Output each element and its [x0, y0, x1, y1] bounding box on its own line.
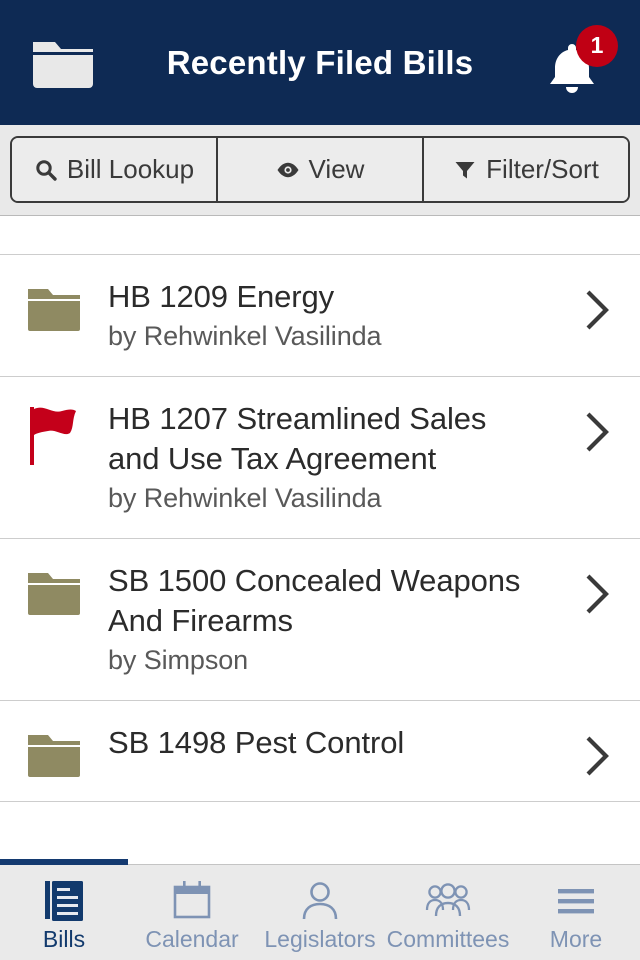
bill-sponsor: by Rehwinkel Vasilinda	[108, 483, 382, 514]
filter-icon	[453, 158, 477, 182]
filter-sort-button[interactable]: Filter/Sort	[424, 138, 628, 201]
list-item[interactable]: HB 1207 Streamlined Sales and Use Tax Ag…	[0, 377, 640, 540]
notification-badge: 1	[576, 24, 618, 67]
toolbar: Bill Lookup View Filter/Sort	[0, 125, 640, 216]
tab-legislators[interactable]: Legislators	[256, 865, 384, 960]
tab-bills[interactable]: Bills	[0, 865, 128, 960]
folder-icon	[0, 277, 108, 331]
folder-icon	[0, 561, 108, 616]
search-icon	[34, 158, 58, 182]
list-item[interactable]: SB 1500 Concealed Weapons And Firearms b…	[0, 539, 640, 702]
tab-label-calendar: Calendar	[145, 926, 239, 952]
chevron-right-icon[interactable]	[554, 277, 640, 333]
bills-document-icon	[41, 878, 87, 924]
list-item-text: HB 1207 Streamlined Sales and Use Tax Ag…	[108, 399, 554, 516]
hamburger-menu-icon	[553, 878, 599, 924]
person-icon	[297, 878, 343, 924]
tab-committees[interactable]: Committees	[384, 865, 512, 960]
bill-lookup-button[interactable]: Bill Lookup	[12, 138, 218, 201]
bill-title: HB 1209 Energy	[108, 279, 335, 314]
calendar-icon	[169, 878, 215, 924]
people-group-icon	[425, 878, 471, 924]
list-item-text: SB 1498 Pest Control	[108, 723, 554, 765]
folder-icon[interactable]	[32, 37, 94, 89]
view-label: View	[308, 154, 365, 184]
tab-label-more: More	[549, 926, 603, 952]
chevron-right-icon[interactable]	[554, 561, 640, 617]
list-item[interactable]: SB 1498 Pest Control	[0, 701, 640, 803]
bill-lookup-label: Bill Lookup	[66, 154, 195, 184]
list-item-text: SB 1500 Concealed Weapons And Firearms b…	[108, 561, 554, 678]
list-item-text: HB 1209 Energy by Rehwinkel Vasilinda	[108, 277, 554, 354]
bill-title: SB 1500 Concealed Weapons And Firearms	[108, 563, 521, 639]
app-header: Recently Filed Bills 1	[0, 0, 640, 125]
chevron-right-icon[interactable]	[554, 399, 640, 455]
bill-list: HB 1209 Energy by Rehwinkel Vasilinda HB…	[0, 255, 640, 803]
notifications-button[interactable]: 1	[544, 24, 618, 99]
list-item[interactable]: HB 1209 Energy by Rehwinkel Vasilinda	[0, 255, 640, 378]
bill-title: SB 1498 Pest Control	[108, 725, 405, 761]
tab-label-committees: Committees	[386, 926, 510, 952]
bill-sponsor: by Simpson	[108, 645, 249, 676]
segmented-control: Bill Lookup View Filter/Sort	[10, 136, 630, 203]
folder-icon	[0, 723, 108, 778]
tab-label-bills: Bills	[42, 926, 86, 952]
flag-icon	[0, 399, 108, 467]
active-tab-indicator	[0, 859, 128, 865]
bill-sponsor: by Rehwinkel Vasilinda	[108, 320, 382, 351]
bill-title: HB 1207 Streamlined Sales and Use Tax Ag…	[108, 401, 487, 477]
filter-sort-label: Filter/Sort	[486, 154, 599, 184]
list-top-spacer	[0, 216, 640, 255]
chevron-right-icon[interactable]	[554, 723, 640, 779]
tab-label-legislators: Legislators	[264, 926, 376, 952]
tab-more[interactable]: More	[512, 865, 640, 960]
view-button[interactable]: View	[218, 138, 424, 201]
tab-calendar[interactable]: Calendar	[128, 865, 256, 960]
bottom-tab-bar: Bills Calendar Legislators Committees Mo…	[0, 859, 640, 960]
page-title: Recently Filed Bills	[166, 44, 474, 81]
eye-icon	[276, 158, 300, 182]
